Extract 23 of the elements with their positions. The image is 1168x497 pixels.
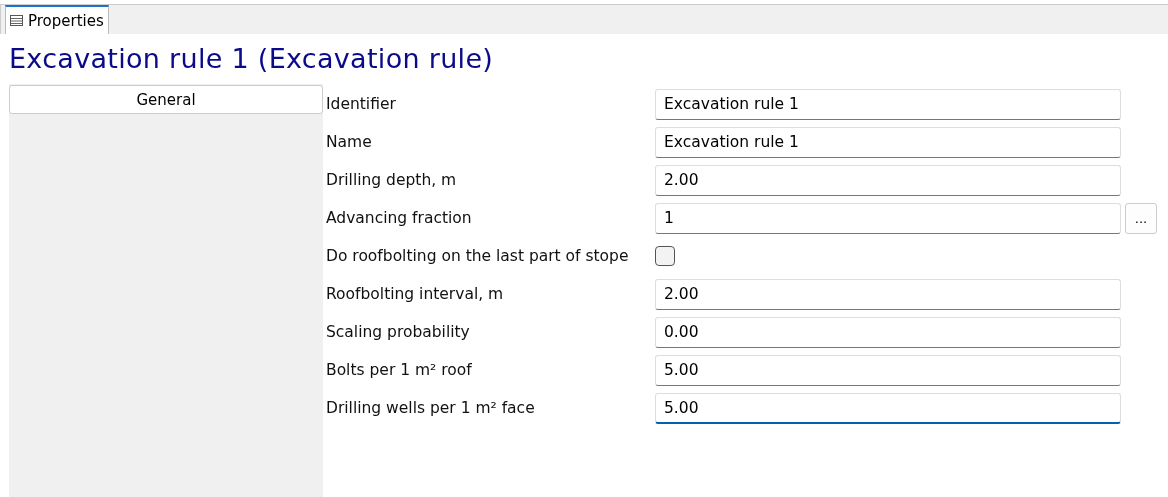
input-field[interactable]: Excavation rule 1	[655, 88, 1121, 120]
browse-button[interactable]: ...	[1125, 202, 1157, 234]
page-title: Excavation rule 1 (Excavation rule)	[8, 42, 495, 76]
input-field[interactable]: Excavation rule 1	[655, 126, 1121, 158]
table-icon	[10, 15, 23, 26]
checkbox[interactable]	[655, 246, 675, 266]
property-label: Identifier	[326, 95, 397, 113]
input-field[interactable]: 0.00	[655, 316, 1121, 348]
input-field[interactable]: 2.00	[655, 278, 1121, 310]
property-label: Advancing fraction	[326, 209, 473, 227]
property-label: Roofbolting interval, m	[326, 285, 505, 303]
property-label: Bolts per 1 m² roof	[326, 361, 473, 379]
property-label: Drilling depth, m	[326, 171, 458, 189]
property-label: Drilling wells per 1 m² face	[326, 399, 536, 417]
input-field[interactable]: 5.00	[655, 392, 1121, 424]
properties-tab[interactable]: Properties	[5, 5, 109, 34]
input-field[interactable]: 2.00	[655, 164, 1121, 196]
property-label: Do roofbolting on the last part of stope	[326, 247, 630, 265]
sidebar-item[interactable]: General	[9, 85, 323, 114]
input-field[interactable]: 1	[655, 202, 1121, 234]
input-field[interactable]: 5.00	[655, 354, 1121, 386]
property-label: Name	[326, 133, 373, 151]
property-label: Scaling probability	[326, 323, 471, 341]
